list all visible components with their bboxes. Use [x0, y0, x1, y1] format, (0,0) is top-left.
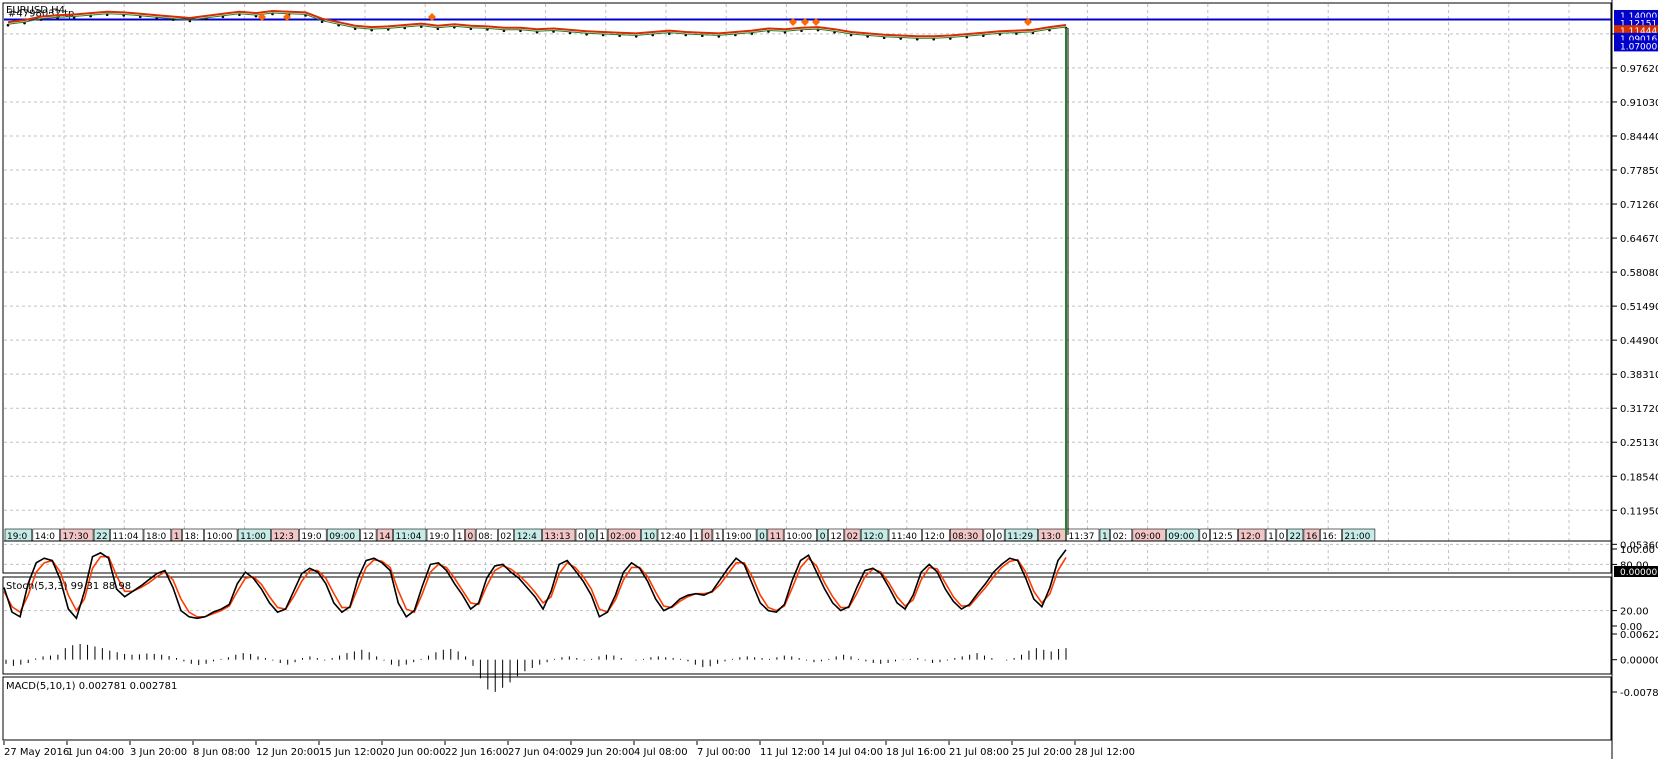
price-tick-label: 0.38310: [1620, 370, 1658, 381]
price-tick-label: 0.11950: [1620, 506, 1658, 517]
price-tick-label: 0.97620: [1620, 64, 1658, 75]
time-tick-label: 25 Jul 20:00: [1012, 747, 1072, 758]
time-tick-label: 18 Jul 16:00: [886, 747, 946, 758]
price-tick-label: 0.51490: [1620, 302, 1658, 313]
time-tick-label: 27 May 2016: [4, 747, 69, 758]
time-tick-label: 20 Jun 00:00: [382, 747, 446, 758]
time-tick-label: 22 Jun 16:00: [445, 747, 509, 758]
time-tick-label: 12 Jun 20:00: [256, 747, 320, 758]
time-tick-label: 8 Jun 08:00: [193, 747, 250, 758]
macd-tick-label: -0.007825: [1620, 688, 1658, 699]
time-tick-label: 4 Jul 08:00: [634, 747, 688, 758]
price-tick-label: 0.64670: [1620, 234, 1658, 245]
time-tick-label: 7 Jul 00:00: [697, 747, 751, 758]
price-tick-label: 0.77850: [1620, 166, 1658, 177]
price-tick-label: 0.25130: [1620, 438, 1658, 449]
stochastic-label: Stoch(5,3,3) 99.31 88.98: [6, 581, 131, 592]
time-tick-label: 21 Jul 08:00: [949, 747, 1009, 758]
price-label-text: 1.07000: [1620, 42, 1657, 52]
trading-terminal: #4798032 tp 19:0 14:0 17:30 22 11:04 18:0 1 18:…: [0, 0, 1658, 759]
time-tick-label: 15 Jun 12:00: [319, 747, 383, 758]
price-tick-label: 0.91030: [1620, 98, 1658, 109]
chart-title: EURUSD,H4: [6, 5, 65, 16]
time-tick-label: 29 Jun 20:00: [571, 747, 635, 758]
price-tick-label: 0.84440: [1620, 132, 1658, 143]
price-tick-label: 0.18540: [1620, 472, 1658, 483]
stochastic-tick-label: 20.00: [1620, 607, 1649, 618]
time-tick-label: 28 Jul 12:00: [1075, 747, 1135, 758]
chart-background: [0, 0, 1658, 759]
time-tick-label: 1 Jun 04:00: [67, 747, 124, 758]
macd-label: MACD(5,10,1) 0.002781 0.002781: [6, 681, 177, 692]
macd-tick-label: 0.006222: [1620, 630, 1658, 641]
time-tick-label: 27 Jun 04:00: [508, 747, 572, 758]
time-tick-label: 14 Jul 04:00: [823, 747, 883, 758]
stochastic-tick-label: 80.00: [1620, 560, 1649, 571]
price-tick-label: 0.44900: [1620, 336, 1658, 347]
time-tick-label: 11 Jul 12:00: [760, 747, 820, 758]
price-tick-label: 0.58080: [1620, 268, 1658, 279]
price-tick-label: 0.71260: [1620, 200, 1658, 211]
macd-tick-label: 0.000000: [1620, 656, 1658, 667]
time-tick-label: 3 Jun 20:00: [130, 747, 187, 758]
trade-labels-row[interactable]: 19:0 14:0 17:30 22 11:04 18:0 1 18: 10:00 11:00 12…: [4, 528, 1376, 542]
price-tick-label: 0.31720: [1620, 404, 1658, 415]
stochastic-tick-label: 100.00: [1620, 545, 1655, 556]
